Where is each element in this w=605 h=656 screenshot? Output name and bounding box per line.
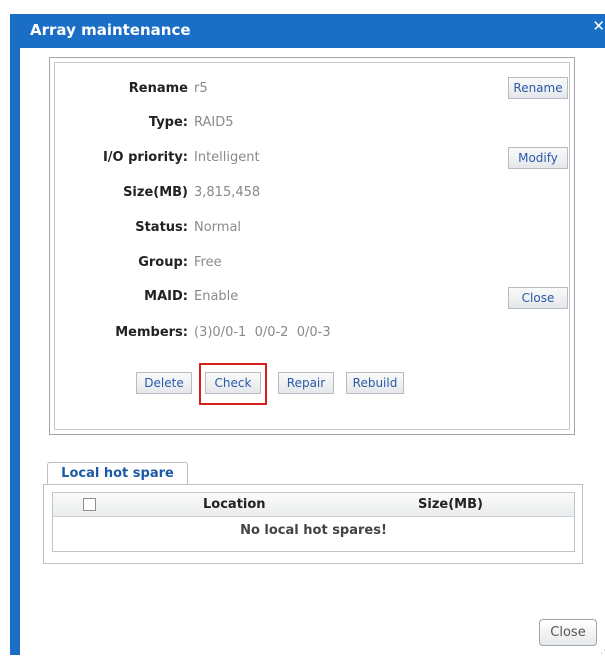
size-column-header[interactable]: Size(MB) [418, 497, 483, 512]
io-priority-label: I/O priority: [102, 150, 188, 165]
empty-message: No local hot spares! [240, 523, 387, 538]
table-header: Location Size(MB) [53, 493, 574, 517]
delete-button[interactable]: Delete [136, 372, 192, 394]
array-info-inner: Rename r5 Rename Type: RAID5 I/O priorit… [54, 62, 570, 430]
size-value: 3,815,458 [194, 185, 261, 200]
size-label: Size(MB) [123, 185, 188, 200]
close-icon[interactable]: ✕ [592, 17, 605, 35]
maid-label-cell: MAID: [55, 289, 188, 309]
rename-label: Rename [128, 81, 188, 96]
maid-label: MAID: [144, 289, 188, 304]
type-label: Type: [148, 115, 188, 130]
group-label: Group: [138, 255, 188, 270]
io-priority-value: Intelligent [194, 150, 260, 165]
group-value: Free [194, 255, 222, 270]
members-label-cell: Members: [55, 325, 188, 345]
close-button[interactable]: Close [539, 619, 597, 646]
check-button[interactable]: Check [205, 372, 261, 394]
size-label-cell: Size(MB) [55, 185, 188, 205]
maid-value: Enable [194, 289, 239, 304]
hot-spare-table: Location Size(MB) No local hot spares! [52, 492, 575, 552]
rename-value: r5 [194, 81, 208, 96]
rename-label-cell: Rename [55, 81, 188, 101]
dialog-body: Rename r5 Rename Type: RAID5 I/O priorit… [20, 48, 605, 656]
type-label-cell: Type: [55, 115, 188, 135]
status-value: Normal [194, 220, 242, 235]
maid-close-button[interactable]: Close [508, 287, 568, 309]
array-maintenance-dialog: Array maintenance ✕ Rename r5 Rename Typ… [10, 14, 605, 656]
select-all-checkbox[interactable] [83, 498, 96, 511]
repair-button[interactable]: Repair [278, 372, 334, 394]
rename-button[interactable]: Rename [508, 77, 568, 99]
type-value: RAID5 [194, 115, 234, 130]
hot-spare-panel: Location Size(MB) No local hot spares! [43, 484, 583, 564]
members-label: Members: [115, 325, 188, 340]
members-value: (3)0/0-1 0/0-2 0/0-3 [194, 325, 331, 340]
status-label: Status: [135, 220, 188, 235]
tab-local-hot-spare[interactable]: Local hot spare [47, 462, 188, 486]
array-info-panel: Rename r5 Rename Type: RAID5 I/O priorit… [49, 57, 575, 435]
group-label-cell: Group: [55, 255, 188, 275]
modify-button[interactable]: Modify [508, 147, 568, 169]
dialog-title: Array maintenance [30, 21, 191, 39]
location-column-header[interactable]: Location [203, 497, 266, 512]
rebuild-button[interactable]: Rebuild [346, 372, 404, 394]
title-bar: Array maintenance ✕ [10, 14, 605, 48]
io-priority-label-cell: I/O priority: [55, 150, 188, 170]
status-label-cell: Status: [55, 220, 188, 240]
